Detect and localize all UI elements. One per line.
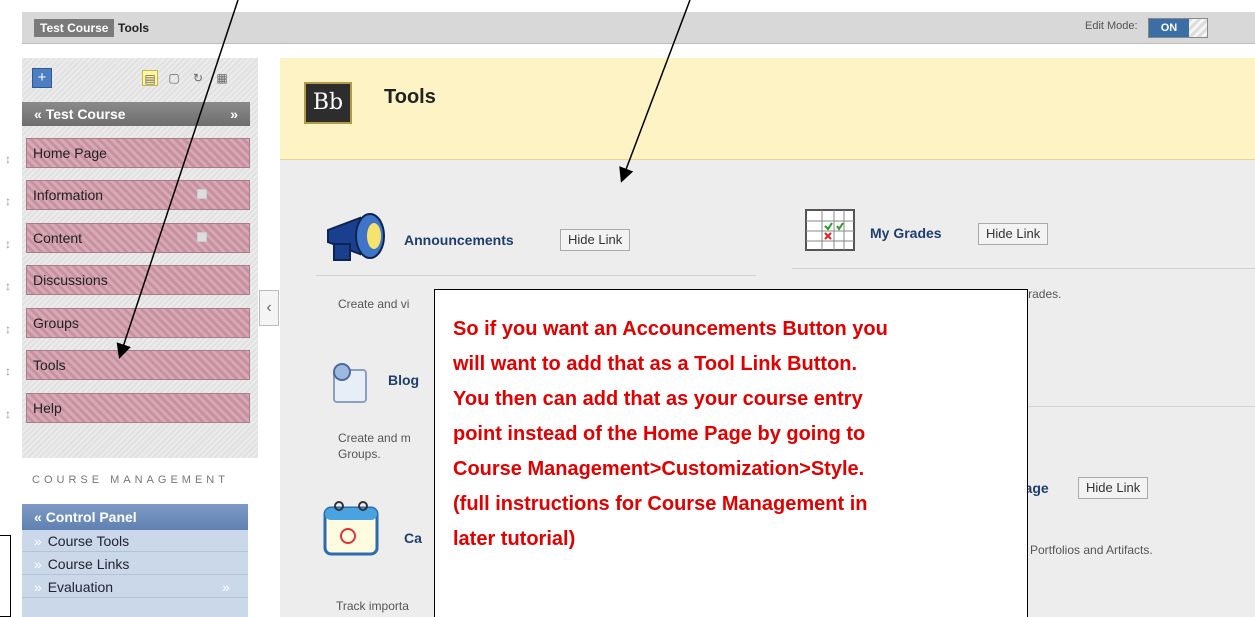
screenshot: Test Course Tools Edit Mode: ON + ▤ ▢ ↻ … — [0, 0, 1255, 617]
annotation-arrow-announcements — [619, 0, 691, 183]
annotation-arrow-tools — [116, 0, 239, 359]
annotation-arrows — [116, 0, 691, 359]
